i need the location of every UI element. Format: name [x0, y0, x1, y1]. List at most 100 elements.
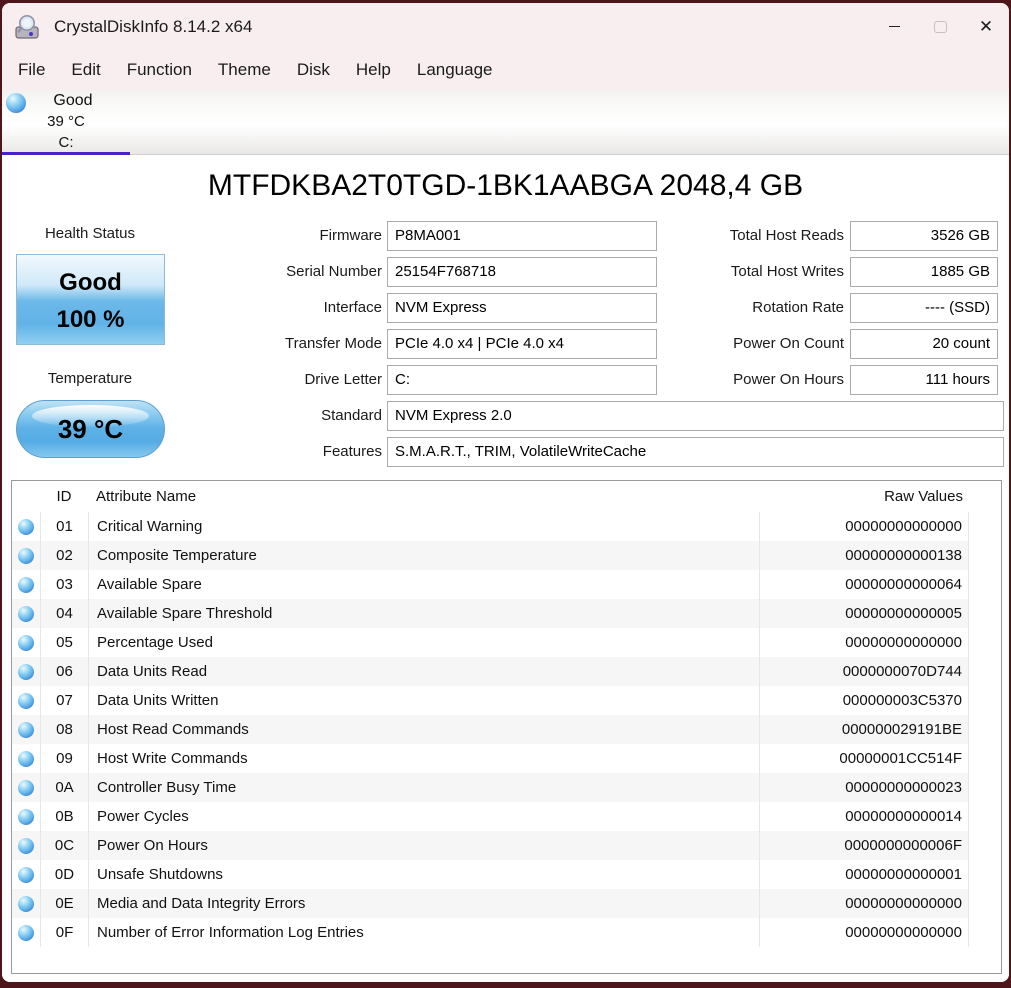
smart-table-row[interactable]: 02 Composite Temperature 00000000000138 [12, 541, 1001, 570]
attr-id: 07 [40, 686, 88, 715]
power-on-hours-field[interactable]: 111 hours [850, 365, 998, 395]
header-tail [969, 481, 1001, 512]
attr-id: 02 [40, 541, 88, 570]
attr-name-cell: Controller Busy Time [88, 773, 759, 802]
attr-raw: 0000000070D744 [759, 657, 969, 686]
window-title: CrystalDiskInfo 8.14.2 x64 [54, 16, 253, 36]
menu-file[interactable]: File [5, 60, 58, 80]
menu-function[interactable]: Function [114, 60, 205, 80]
main-panel: MTFDKBA2T0TGD-1BK1AABGA 2048,4 GB Health… [2, 155, 1009, 982]
status-cell [12, 541, 40, 570]
drive-tab-temperature: 39 °C [47, 113, 85, 130]
attr-name-cell: Data Units Written [88, 686, 759, 715]
smart-table-row[interactable]: 08 Host Read Commands 000000029191BE [12, 715, 1001, 744]
smart-table-header: ID Attribute Name Raw Values [12, 481, 1001, 512]
temperature-value: 39 °C [57, 414, 124, 444]
temperature-label: Temperature [47, 370, 133, 387]
menu-theme[interactable]: Theme [205, 60, 284, 80]
header-id[interactable]: ID [40, 481, 88, 512]
close-button[interactable]: ✕ [963, 3, 1009, 50]
good-status-orb-icon [18, 837, 34, 854]
smart-table-row[interactable]: 0A Controller Busy Time 00000000000023 [12, 773, 1001, 802]
smart-table-row[interactable]: 04 Available Spare Threshold 00000000000… [12, 599, 1001, 628]
interface-label: Interface [323, 299, 382, 316]
standard-field[interactable]: NVM Express 2.0 [387, 401, 1004, 431]
menu-language[interactable]: Language [404, 60, 506, 80]
power-on-count-field[interactable]: 20 count [850, 329, 998, 359]
smart-table-row[interactable]: 06 Data Units Read 0000000070D744 [12, 657, 1001, 686]
row-tail [969, 802, 1001, 831]
smart-table-row[interactable]: 0B Power Cycles 00000000000014 [12, 802, 1001, 831]
firmware-label: Firmware [319, 227, 383, 244]
menu-disk[interactable]: Disk [284, 60, 343, 80]
attr-id: 01 [40, 512, 88, 541]
menu-edit[interactable]: Edit [58, 60, 113, 80]
rotation-rate-field[interactable]: ---- (SSD) [850, 293, 998, 323]
health-status-indicator[interactable]: Good 100 % [16, 254, 165, 345]
header-attribute-name[interactable]: Attribute Name [88, 481, 759, 512]
smart-table-row[interactable]: 05 Percentage Used 00000000000000 [12, 628, 1001, 657]
status-cell [12, 512, 40, 541]
attr-name-cell: Power On Hours [88, 831, 759, 860]
good-status-orb-icon [18, 895, 34, 912]
smart-table-row[interactable]: 01 Critical Warning 00000000000000 [12, 512, 1001, 541]
attr-raw: 00000000000000 [759, 628, 969, 657]
attr-id: 0D [40, 860, 88, 889]
status-cell [12, 918, 40, 947]
drive-letter-label: Drive Letter [304, 371, 382, 388]
total-host-reads-field[interactable]: 3526 GB [850, 221, 998, 251]
attr-name-cell: Number of Error Information Log Entries [88, 918, 759, 947]
attr-raw: 00000000000138 [759, 541, 969, 570]
header-status-column[interactable] [12, 481, 40, 512]
attr-name-cell: Composite Temperature [88, 541, 759, 570]
smart-table-row[interactable]: 0E Media and Data Integrity Errors 00000… [12, 889, 1001, 918]
smart-table-row[interactable]: 0F Number of Error Information Log Entri… [12, 918, 1001, 947]
drive-toolbar: Good 39 °C C: [2, 90, 1009, 155]
status-cell [12, 831, 40, 860]
row-tail [969, 657, 1001, 686]
row-tail [969, 599, 1001, 628]
titlebar: CrystalDiskInfo 8.14.2 x64 ✕ [2, 3, 1009, 50]
transfer-mode-field[interactable]: PCIe 4.0 x4 | PCIe 4.0 x4 [387, 329, 657, 359]
features-field[interactable]: S.M.A.R.T., TRIM, VolatileWriteCache [387, 437, 1004, 467]
attr-id: 0E [40, 889, 88, 918]
attr-raw: 00000001CC514F [759, 744, 969, 773]
smart-table-row[interactable]: 09 Host Write Commands 00000001CC514F [12, 744, 1001, 773]
status-cell [12, 599, 40, 628]
interface-field[interactable]: NVM Express [387, 293, 657, 323]
temperature-indicator[interactable]: 39 °C [16, 400, 165, 458]
transfer-mode-label: Transfer Mode [285, 335, 382, 352]
status-cell [12, 715, 40, 744]
minimize-button[interactable] [871, 3, 917, 50]
row-tail [969, 715, 1001, 744]
drive-tab-c[interactable]: Good 39 °C C: [2, 90, 130, 155]
smart-table-row[interactable]: 0D Unsafe Shutdowns 00000000000001 [12, 860, 1001, 889]
attr-raw: 000000003C5370 [759, 686, 969, 715]
status-cell [12, 889, 40, 918]
header-raw-values[interactable]: Raw Values [759, 481, 969, 512]
maximize-icon [933, 20, 947, 33]
attr-id: 05 [40, 628, 88, 657]
good-status-orb-icon [18, 576, 34, 593]
firmware-field[interactable]: P8MA001 [387, 221, 657, 251]
maximize-button[interactable] [917, 3, 963, 50]
attr-name-cell: Available Spare [88, 570, 759, 599]
health-status-percent: 100 % [56, 306, 125, 333]
smart-table-row[interactable]: 03 Available Spare 00000000000064 [12, 570, 1001, 599]
drive-model-title: MTFDKBA2T0TGD-1BK1AABGA 2048,4 GB [207, 169, 804, 202]
drive-letter-field[interactable]: C: [387, 365, 657, 395]
app-window: CrystalDiskInfo 8.14.2 x64 ✕ File Edit F… [2, 3, 1009, 982]
attr-name-cell: Host Write Commands [88, 744, 759, 773]
smart-table-row[interactable]: 0C Power On Hours 0000000000006F [12, 831, 1001, 860]
row-tail [969, 918, 1001, 947]
serial-number-field[interactable]: 25154F768718 [387, 257, 657, 287]
status-cell [12, 860, 40, 889]
drive-tab-letter: C: [58, 134, 74, 151]
row-tail [969, 831, 1001, 860]
menu-help[interactable]: Help [343, 60, 404, 80]
good-status-orb-icon [18, 518, 34, 535]
row-tail [969, 889, 1001, 918]
smart-table-row[interactable]: 07 Data Units Written 000000003C5370 [12, 686, 1001, 715]
attr-id: 08 [40, 715, 88, 744]
total-host-writes-field[interactable]: 1885 GB [850, 257, 998, 287]
